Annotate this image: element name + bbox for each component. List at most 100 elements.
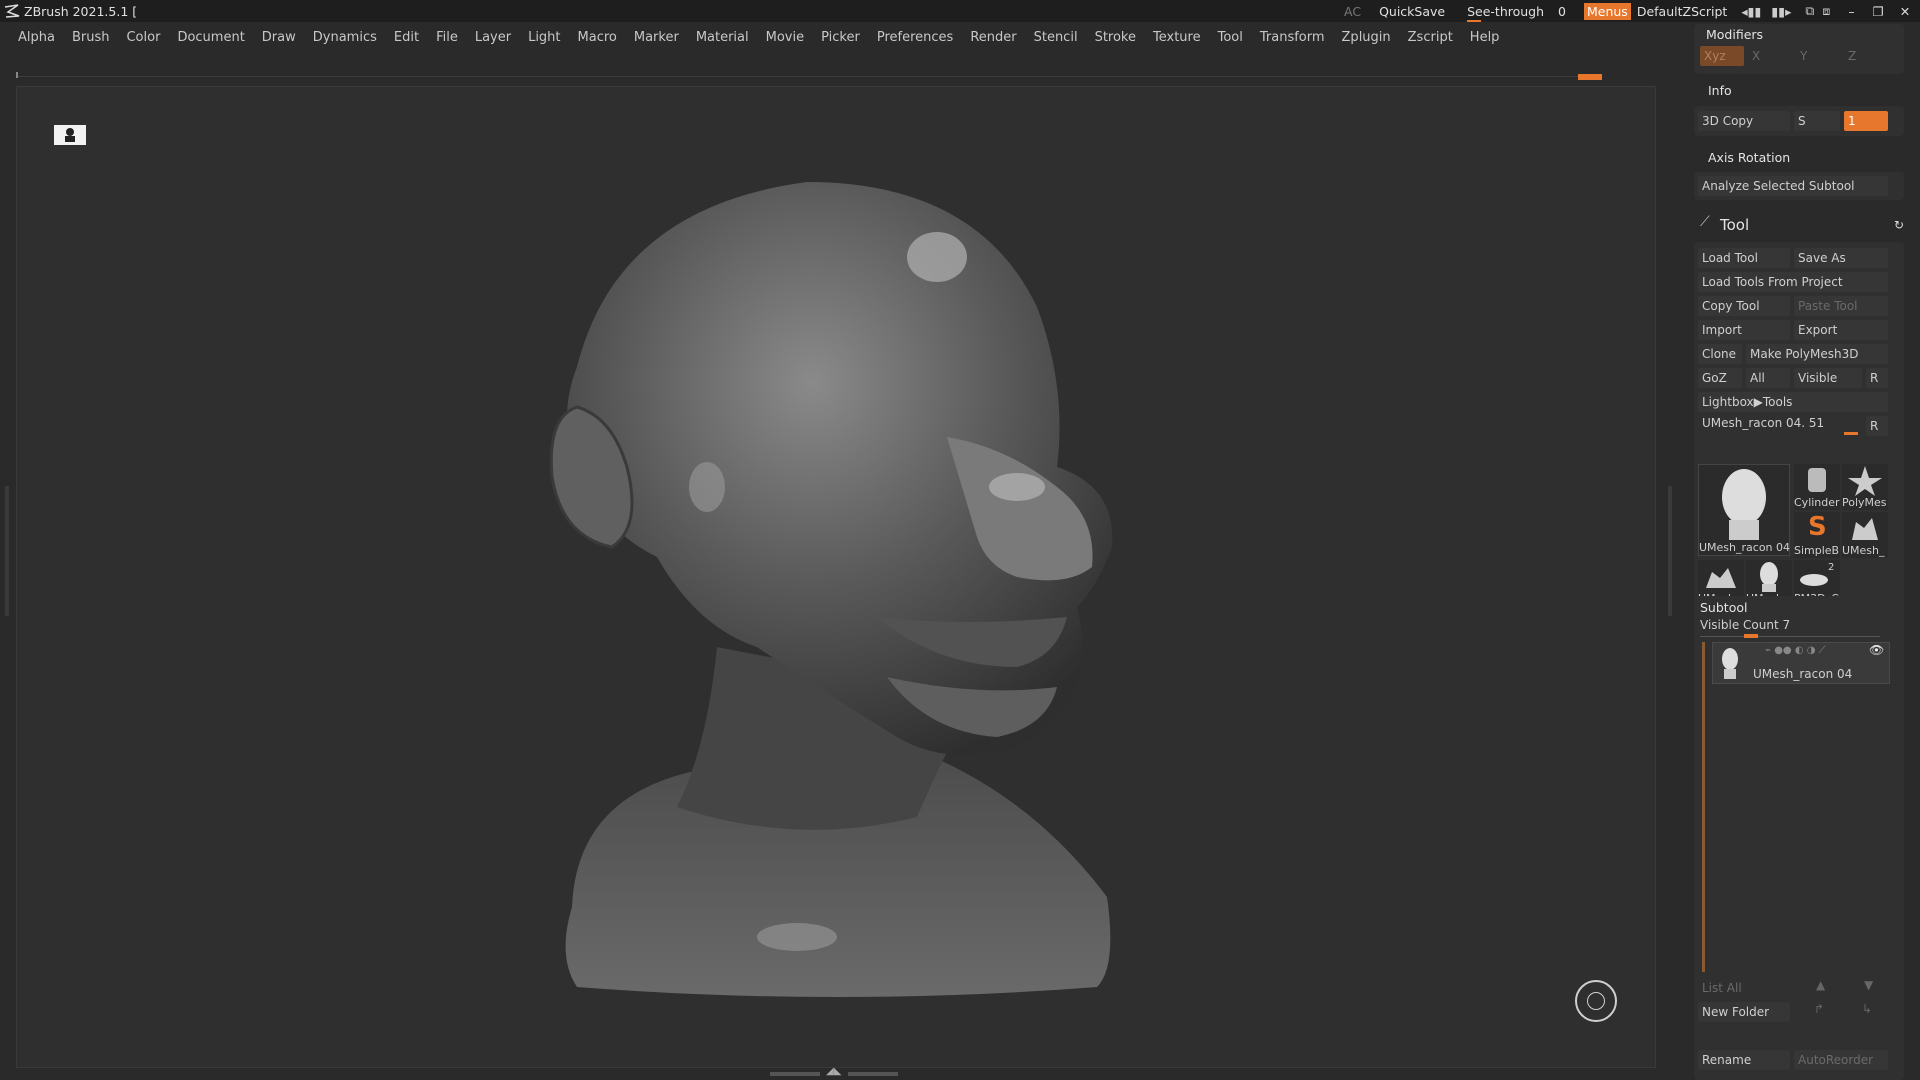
move-up-icon[interactable]: ▲ [1816,978,1825,992]
clone-button[interactable]: Clone [1698,344,1742,364]
tool-thumb-polymesh[interactable]: PolyMes [1842,464,1888,510]
quicksave-button[interactable]: QuickSave [1379,4,1445,19]
menus-button[interactable]: Menus [1583,2,1631,20]
tool-thumb-umesh-racon[interactable]: UMesh_racon 04 [1698,464,1790,556]
seethrough-slider[interactable]: See-through 0 [1467,4,1566,23]
tool-reset-icon[interactable]: ↻ [1894,218,1904,232]
menu-transform[interactable]: Transform [1260,30,1325,45]
close-icon[interactable]: ✕ [1900,4,1910,19]
menu-dynamics[interactable]: Dynamics [313,30,377,45]
s-button[interactable]: S [1794,111,1840,131]
eye-icon[interactable]: 👁 [1869,643,1884,657]
menu-tool[interactable]: Tool [1218,30,1243,45]
axis-rotation-title[interactable]: Axis Rotation [1708,150,1790,165]
x-button[interactable]: X [1748,46,1792,66]
save-as-button[interactable]: Save As [1794,248,1888,268]
title-bar: ZBrush 2021.5.1 [ AC QuickSave See-throu… [0,0,1920,23]
subtool-title[interactable]: Subtool [1700,600,1747,615]
goz-all-button[interactable]: All [1746,368,1790,388]
zbrush-logo-icon [4,4,20,18]
rename-button[interactable]: Rename [1698,1050,1790,1070]
sculpt-head-model[interactable] [17,87,1656,1068]
left-tray-grip[interactable] [5,486,9,616]
right-tray-grip[interactable] [1668,486,1672,616]
load-tools-from-project-button[interactable]: Load Tools From Project [1698,272,1888,292]
goz-visible-button[interactable]: Visible [1794,368,1862,388]
canvas-viewport[interactable] [16,86,1656,1068]
menu-zscript[interactable]: Zscript [1408,30,1453,45]
current-tool-slider[interactable]: UMesh_racon 04. 51 [1702,416,1824,430]
menu-light[interactable]: Light [528,30,560,45]
3d-copy-button[interactable]: 3D Copy [1698,111,1790,131]
copy-tool-button[interactable]: Copy Tool [1698,296,1790,316]
menu-marker[interactable]: Marker [634,30,679,45]
menu-preferences[interactable]: Preferences [877,30,953,45]
menu-render[interactable]: Render [970,30,1016,45]
rotate-gizmo-icon[interactable] [1575,980,1617,1022]
menu-movie[interactable]: Movie [766,30,804,45]
window-tile-icon[interactable]: ⧈ [1822,3,1830,19]
current-tool-slider-knob[interactable] [1844,432,1858,435]
analyze-selected-subtool-button[interactable]: Analyze Selected Subtool [1698,176,1888,196]
menu-brush[interactable]: Brush [72,30,110,45]
folder-out-icon[interactable]: ↳ [1862,1002,1872,1016]
lightbox-tools-button[interactable]: Lightbox▶Tools [1698,392,1888,412]
tool-thumb-cylinder[interactable]: Cylinder [1794,464,1840,510]
menu-alpha[interactable]: Alpha [18,30,55,45]
autoreorder-button[interactable]: AutoReorder [1794,1050,1888,1070]
bottom-grip-right[interactable] [848,1072,898,1076]
layout-left-icon[interactable]: ◂▮▮ [1741,4,1761,19]
menu-material[interactable]: Material [696,30,749,45]
bottom-grip-left[interactable] [770,1072,820,1076]
menu-picker[interactable]: Picker [821,30,860,45]
shelf-orange-marker[interactable] [1578,74,1602,80]
menu-stencil[interactable]: Stencil [1034,30,1078,45]
subtool-scrollbar[interactable] [1702,642,1705,972]
restore-icon[interactable]: ❐ [1873,4,1884,19]
tool-pin-icon[interactable]: ⟋ [1700,214,1710,230]
menu-edit[interactable]: Edit [394,30,419,45]
tool-thumb-umesh-2[interactable]: UMesh_ [1842,512,1888,558]
info-value-field[interactable]: 1 [1844,111,1888,131]
goz-button[interactable]: GoZ [1698,368,1742,388]
z-button[interactable]: Z [1844,46,1888,66]
load-tool-button[interactable]: Load Tool [1698,248,1790,268]
ac-indicator[interactable]: AC [1344,4,1361,19]
list-all-button[interactable]: List All [1698,978,1790,998]
folder-in-icon[interactable]: ↱ [1814,1002,1824,1016]
import-button[interactable]: Import [1698,320,1790,340]
window-switch-icon[interactable]: ⧉ [1805,3,1814,19]
menu-zplugin[interactable]: Zplugin [1342,30,1391,45]
tool-title[interactable]: Tool [1720,216,1749,234]
menu-layer[interactable]: Layer [475,30,511,45]
y-button[interactable]: Y [1796,46,1840,66]
visible-count-slider[interactable]: Visible Count 7 [1700,618,1790,632]
info-title[interactable]: Info [1708,83,1732,98]
bottom-expand-icon[interactable]: ◢◣ [826,1066,841,1077]
paste-tool-button[interactable]: Paste Tool [1794,296,1888,316]
tool-section: Load Tool Save As Load Tools From Projec… [1694,242,1904,610]
menu-draw[interactable]: Draw [262,30,296,45]
menu-color[interactable]: Color [126,30,160,45]
menu-document[interactable]: Document [177,30,244,45]
tool-thumb-label: Cylinder [1794,496,1840,509]
menu-macro[interactable]: Macro [578,30,617,45]
default-zscript-button[interactable]: DefaultZScript [1637,4,1728,19]
subtool-icons[interactable]: ⌁ ●● ◐ ◑ ⟋ [1765,645,1826,656]
move-down-icon[interactable]: ▼ [1864,978,1873,992]
menu-file[interactable]: File [436,30,458,45]
menu-stroke[interactable]: Stroke [1095,30,1136,45]
tool-thumb-simplebrush[interactable]: S SimpleB [1794,512,1840,558]
export-button[interactable]: Export [1794,320,1888,340]
visible-count-knob[interactable] [1744,634,1758,638]
new-folder-button[interactable]: New Folder [1698,1002,1790,1022]
menu-help[interactable]: Help [1470,30,1500,45]
make-polymesh3d-button[interactable]: Make PolyMesh3D [1746,344,1888,364]
minimize-icon[interactable]: – [1848,4,1854,19]
goz-r-button[interactable]: R [1866,368,1888,388]
layout-right-icon[interactable]: ▮▮▸ [1771,4,1791,19]
subtool-item[interactable]: ⌁ ●● ◐ ◑ ⟋ 👁 UMesh_racon 04 [1712,642,1890,684]
menu-texture[interactable]: Texture [1153,30,1201,45]
xyz-button[interactable]: Xyz [1700,46,1744,66]
current-tool-r-button[interactable]: R [1866,416,1888,436]
